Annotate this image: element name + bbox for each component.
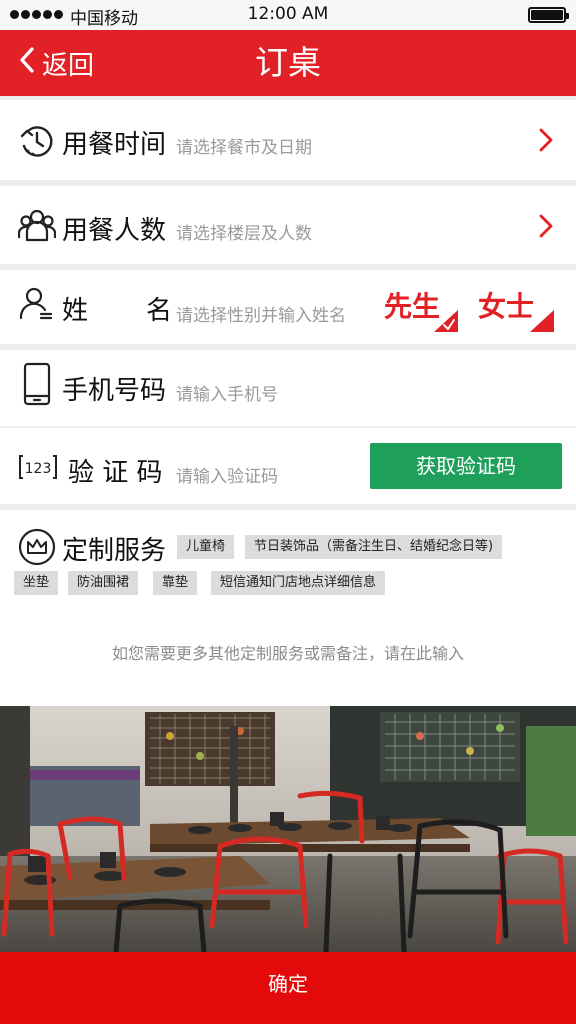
code-label: 验 证 码 bbox=[68, 458, 163, 488]
gender-option-ms-label: 女士 bbox=[478, 290, 534, 323]
code-input[interactable]: 请输入验证码 bbox=[176, 462, 278, 487]
user-icon bbox=[18, 285, 56, 323]
people-icon bbox=[18, 206, 56, 244]
name-label-second: 名 bbox=[146, 296, 173, 326]
remark-input[interactable]: 如您需要更多其他定制服务或需备注，请在此输入 bbox=[0, 640, 576, 664]
status-time: 12:00 AM bbox=[247, 4, 329, 24]
confirm-button[interactable]: 确定 bbox=[0, 952, 576, 1024]
crown-icon bbox=[18, 528, 56, 566]
tag-apron[interactable]: 防油围裙 bbox=[68, 571, 139, 595]
tag-festival-decor[interactable]: 节日装饰品（需备注生日、结婚纪念日等) bbox=[245, 535, 503, 559]
restaurant-photo bbox=[0, 706, 576, 952]
chevron-right-icon bbox=[538, 128, 554, 152]
name-input[interactable]: 请选择性别并输入姓名 bbox=[176, 301, 346, 326]
svg-text:123: 123 bbox=[25, 461, 52, 477]
name-row: 姓 名 请选择性别并输入姓名 先生 女士 bbox=[0, 270, 576, 344]
phone-row: 手机号码 请输入手机号 bbox=[0, 350, 576, 426]
phone-input[interactable]: 请输入手机号 bbox=[176, 380, 278, 405]
tag-back-cushion[interactable]: 靠垫 bbox=[153, 571, 198, 595]
guests-row[interactable]: 用餐人数 请选择楼层及人数 bbox=[0, 186, 576, 264]
dining-time-row[interactable]: 用餐时间 请选择餐市及日期 bbox=[0, 100, 576, 180]
dining-time-hint: 请选择餐市及日期 bbox=[176, 138, 312, 158]
status-bar: 中国移动 12:00 AM bbox=[0, 0, 576, 30]
nav-bar: 返回 订桌 bbox=[0, 30, 576, 96]
dining-time-label: 用餐时间 bbox=[62, 130, 167, 160]
guests-hint: 请选择楼层及人数 bbox=[176, 224, 312, 244]
gender-option-ms[interactable]: 女士 bbox=[478, 288, 554, 332]
get-code-button[interactable]: 获取验证码 bbox=[370, 443, 562, 489]
chevron-right-icon bbox=[538, 214, 554, 238]
guests-label: 用餐人数 bbox=[62, 216, 167, 246]
battery-icon bbox=[528, 7, 569, 23]
clock-icon bbox=[18, 122, 56, 160]
gender-option-mr-label: 先生 bbox=[384, 290, 440, 323]
service-label: 定制服务 bbox=[62, 536, 167, 566]
gender-option-mr[interactable]: 先生 bbox=[382, 288, 458, 332]
tag-cushion[interactable]: 坐垫 bbox=[14, 571, 59, 595]
tag-child-chair[interactable]: 儿童椅 bbox=[177, 535, 235, 559]
code-icon: 123 bbox=[18, 452, 58, 490]
name-label-first: 姓 bbox=[62, 296, 89, 326]
tag-sms-notify[interactable]: 短信通知门店地点详细信息 bbox=[211, 571, 386, 595]
page-title: 订桌 bbox=[255, 43, 321, 82]
phone-label: 手机号码 bbox=[62, 376, 167, 406]
phone-icon bbox=[18, 362, 56, 406]
